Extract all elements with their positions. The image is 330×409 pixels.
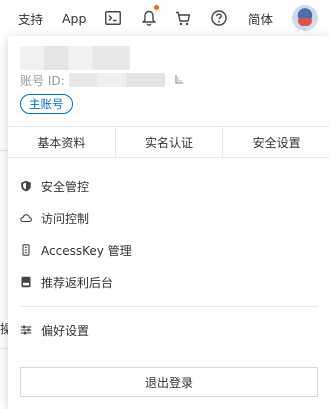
account-id-label: 账号 ID:	[20, 73, 65, 88]
account-tabs: 基本资料 实名认证 安全设置	[8, 126, 330, 158]
account-header: 账号 ID: 主账号	[8, 36, 330, 126]
account-dropdown: 账号 ID: 主账号 基本资料 实名认证 安全设置 安全管控 访问控制 Acce…	[8, 36, 330, 409]
help-button[interactable]	[210, 0, 228, 36]
main-account-badge: 主账号	[20, 94, 73, 114]
account-id-redacted	[68, 73, 165, 87]
menu-item-label: AccessKey 管理	[41, 243, 132, 258]
cart-icon	[176, 11, 191, 25]
card-icon	[21, 276, 31, 288]
tab-security-settings[interactable]: 安全设置	[222, 127, 330, 157]
menu-item-preferences[interactable]: 偏好设置	[8, 314, 330, 346]
app-link[interactable]: App	[62, 0, 86, 36]
support-link[interactable]: 支持	[18, 0, 43, 36]
menu-item-referral-backend[interactable]: 推荐返利后台	[8, 266, 330, 298]
menu-item-label: 推荐返利后台	[41, 275, 114, 290]
menu-divider	[20, 306, 318, 307]
account-menu: 安全管控 访问控制 AccessKey 管理 推荐返利后台	[8, 170, 330, 298]
account-name-redacted	[20, 46, 130, 70]
menu-item-security-control[interactable]: 安全管控	[8, 170, 330, 202]
tab-real-name[interactable]: 实名认证	[114, 127, 223, 157]
preferences-menu: 偏好设置	[8, 314, 330, 346]
bell-icon	[142, 10, 156, 26]
terminal-icon	[105, 11, 121, 25]
menu-item-accesskey[interactable]: AccessKey 管理	[8, 234, 330, 266]
console-button[interactable]	[104, 0, 122, 36]
account-id-row: 账号 ID:	[20, 72, 185, 88]
menu-item-access-control[interactable]: 访问控制	[8, 202, 330, 234]
avatar-button[interactable]	[290, 0, 320, 36]
key-icon	[22, 244, 30, 256]
copy-icon[interactable]	[173, 74, 185, 86]
logout-button[interactable]: 退出登录	[20, 367, 318, 397]
sliders-icon	[20, 325, 32, 335]
menu-item-label: 安全管控	[41, 179, 90, 194]
help-icon	[211, 10, 227, 26]
background-divider	[0, 348, 8, 349]
background-divider	[0, 150, 8, 151]
menu-item-label: 访问控制	[41, 211, 90, 226]
cart-button[interactable]	[174, 0, 192, 36]
language-switch[interactable]: 简体	[248, 0, 273, 36]
menu-item-label: 偏好设置	[41, 323, 90, 338]
tab-basic-info[interactable]: 基本资料	[8, 127, 115, 157]
avatar	[292, 5, 318, 31]
top-navigation: 支持 App 简体	[0, 0, 330, 36]
notification-dot	[154, 5, 159, 10]
shield-icon	[21, 180, 31, 192]
cloud-icon	[20, 214, 32, 223]
